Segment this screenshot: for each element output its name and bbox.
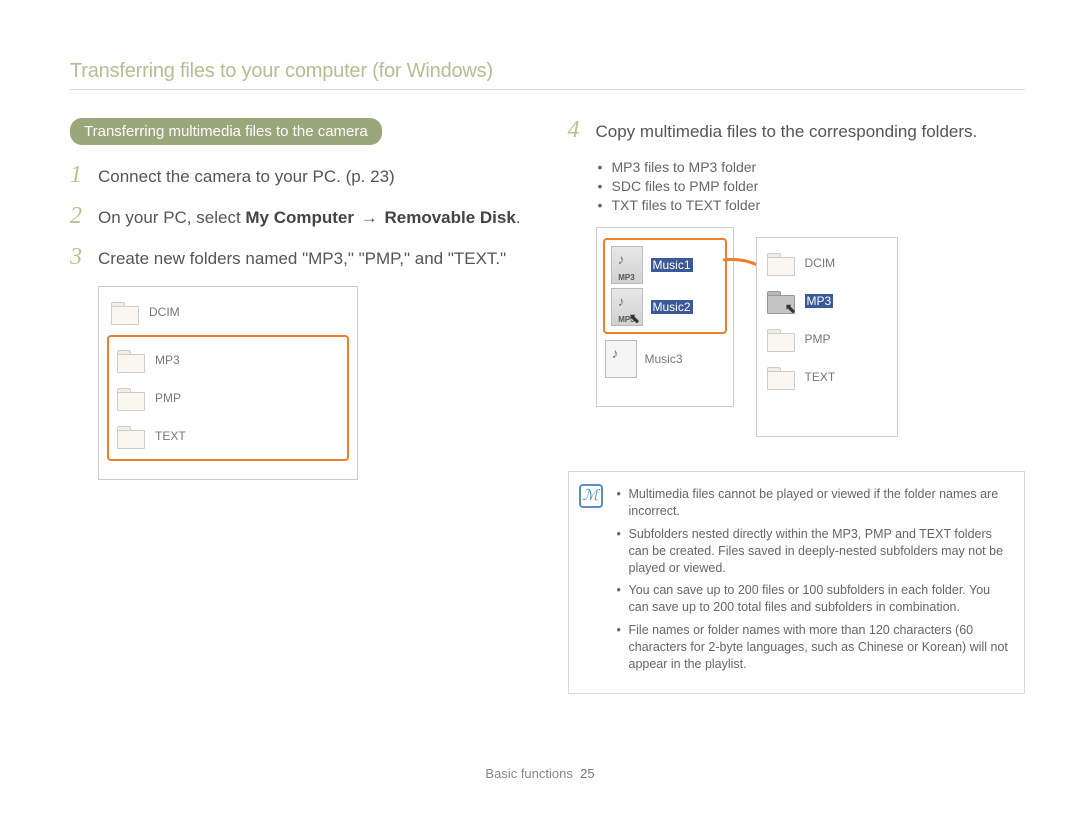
step-number: 2 <box>70 204 88 228</box>
footer-section: Basic functions <box>485 766 572 781</box>
right-column: 4 Copy multimedia files to the correspon… <box>568 118 1026 694</box>
note-item: You can save up to 200 files or 100 subf… <box>617 582 1011 616</box>
folder-item-dcim: DCIM <box>763 244 891 282</box>
folder-item-pmp: PMP <box>113 379 343 417</box>
footer-page-number: 25 <box>580 766 594 781</box>
page-header: Transferring files to your computer (for… <box>70 60 1025 90</box>
arrow-icon: → <box>359 208 380 227</box>
folder-item-dcim: DCIM <box>107 293 349 331</box>
folder-label: DCIM <box>805 256 836 270</box>
mp3-file-icon: ♪MP3 <box>611 246 643 284</box>
step-number: 1 <box>70 163 88 187</box>
step-4: 4 Copy multimedia files to the correspon… <box>568 118 1026 143</box>
file-item-music2: ♪MP3 Music2 ⬉ <box>609 286 721 328</box>
info-icon: ℳ <box>579 484 603 508</box>
folder-icon <box>109 299 141 325</box>
section-subtitle-pill: Transferring multimedia files to the cam… <box>70 118 382 145</box>
folder-label: PMP <box>155 391 181 405</box>
folder-label: MP3 <box>155 353 180 367</box>
folder-label: DCIM <box>149 305 180 319</box>
drag-drop-illustration: ♪MP3 Music1 ♪MP3 Music2 ⬉ ♪ Music3 <box>596 227 1026 447</box>
step-text: On your PC, select My Computer → Removab… <box>98 204 521 229</box>
folder-item-text: TEXT <box>763 358 891 396</box>
notes-box: ℳ Multimedia files cannot be played or v… <box>568 471 1026 694</box>
folder-item-pmp: PMP <box>763 320 891 358</box>
folder-label: TEXT <box>805 370 836 384</box>
highlighted-new-folders: MP3 PMP TEXT <box>107 335 349 461</box>
left-column: Transferring multimedia files to the cam… <box>70 118 528 694</box>
step-4-sub-bullets: MP3 files to MP3 folder SDC files to PMP… <box>598 159 1026 213</box>
source-files-window: ♪MP3 Music1 ♪MP3 Music2 ⬉ ♪ Music3 <box>596 227 734 407</box>
bold-text: My Computer <box>245 208 354 227</box>
file-item-music3: ♪ Music3 <box>603 338 727 380</box>
step-2: 2 On your PC, select My Computer → Remov… <box>70 204 528 229</box>
sub-bullet: MP3 files to MP3 folder <box>598 159 1026 175</box>
step-number: 3 <box>70 245 88 269</box>
folder-label: TEXT <box>155 429 186 443</box>
destination-folders-window: DCIM MP3 ⬉ PMP TEXT <box>756 237 898 437</box>
mp3-file-icon: ♪ <box>605 340 637 378</box>
sub-bullet: TXT files to TEXT folder <box>598 197 1026 213</box>
note-item: Subfolders nested directly within the MP… <box>617 526 1011 577</box>
folder-item-mp3-target: MP3 ⬉ <box>763 282 891 320</box>
folder-icon <box>115 423 147 449</box>
step-1: 1 Connect the camera to your PC. (p. 23) <box>70 163 528 188</box>
folder-icon <box>115 385 147 411</box>
folder-label: PMP <box>805 332 831 346</box>
folder-icon <box>765 250 797 276</box>
file-item-music1: ♪MP3 Music1 <box>609 244 721 286</box>
file-label-selected: Music1 <box>651 258 693 272</box>
cursor-icon: ⬉ <box>785 300 797 317</box>
step-text: Copy multimedia files to the correspondi… <box>596 118 978 143</box>
step-number: 4 <box>568 118 586 142</box>
file-label: Music3 <box>645 352 683 366</box>
file-label-selected: Music2 <box>651 300 693 314</box>
text-fragment: . <box>516 208 521 227</box>
step-3: 3 Create new folders named "MP3," "PMP,"… <box>70 245 528 270</box>
folder-window-illustration: DCIM MP3 PMP TEXT <box>98 286 358 480</box>
cursor-icon: ⬉ <box>629 310 641 327</box>
folder-icon <box>115 347 147 373</box>
folder-icon <box>765 364 797 390</box>
folder-item-text: TEXT <box>113 417 343 455</box>
folder-item-mp3: MP3 <box>113 341 343 379</box>
bold-text: Removable Disk <box>384 208 515 227</box>
sub-bullet: SDC files to PMP folder <box>598 178 1026 194</box>
text-fragment: On your PC, select <box>98 208 245 227</box>
step-text: Create new folders named "MP3," "PMP," a… <box>98 245 506 270</box>
folder-icon <box>765 326 797 352</box>
note-item: File names or folder names with more tha… <box>617 622 1011 673</box>
note-item: Multimedia files cannot be played or vie… <box>617 486 1011 520</box>
step-text: Connect the camera to your PC. (p. 23) <box>98 163 395 188</box>
selected-files-highlight: ♪MP3 Music1 ♪MP3 Music2 ⬉ <box>603 238 727 334</box>
page-footer: Basic functions 25 <box>0 766 1080 781</box>
folder-label-selected: MP3 <box>805 294 834 308</box>
